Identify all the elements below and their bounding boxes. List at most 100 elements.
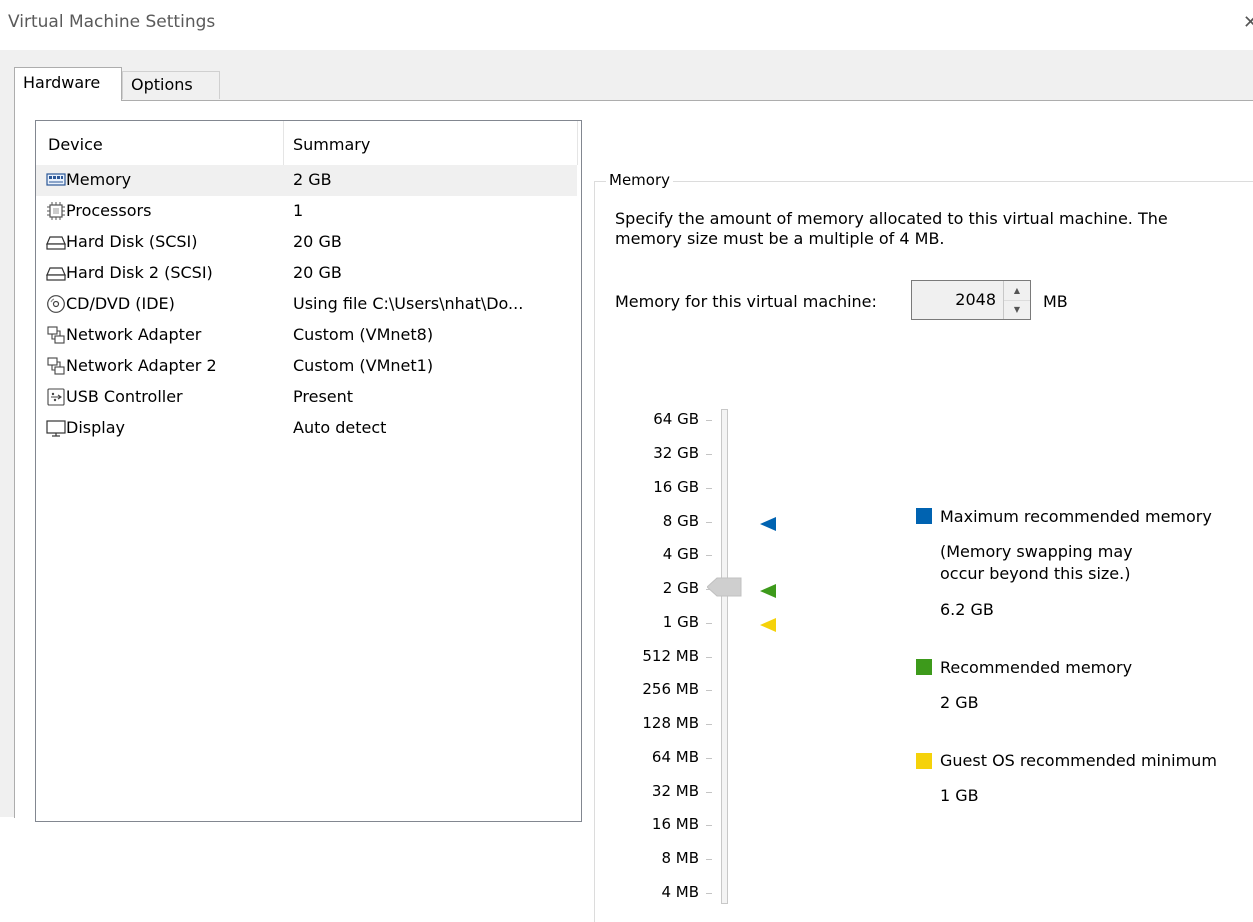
memory-group-title: Memory	[606, 171, 674, 189]
device-name: Hard Disk (SCSI)	[66, 232, 198, 251]
max-recommended-marker-icon	[760, 516, 776, 531]
device-row-display[interactable]: Display Auto detect	[36, 413, 581, 444]
scale-label: 8 MB	[661, 849, 699, 867]
display-icon	[46, 418, 66, 438]
recommended-swatch	[916, 659, 932, 675]
memory-description: Specify the amount of memory allocated t…	[615, 209, 1168, 248]
decrement-arrow-icon[interactable]: ▼	[1004, 300, 1030, 319]
max-recommended-swatch	[916, 508, 932, 524]
guest-minimum-value: 1 GB	[940, 786, 979, 805]
scale-tick	[706, 454, 712, 455]
scale-label: 32 GB	[653, 444, 699, 462]
recommended-label: Recommended memory	[940, 658, 1133, 677]
scale-label: 1 GB	[662, 613, 699, 631]
scale-tick	[706, 555, 712, 556]
device-name: CD/DVD (IDE)	[66, 294, 175, 313]
device-row-cd-dvd[interactable]: CD/DVD (IDE) Using file C:\Users\nhat\Do…	[36, 289, 581, 320]
scale-label: 32 MB	[651, 782, 699, 800]
memory-unit: MB	[1043, 292, 1068, 311]
max-recommended-label: Maximum recommended memory	[940, 507, 1212, 526]
column-header-device[interactable]: Device	[48, 135, 103, 154]
scale-label: 256 MB	[642, 680, 699, 698]
recommended-marker-icon	[760, 583, 776, 598]
memory-value[interactable]: 2048	[912, 290, 996, 309]
tab-hardware[interactable]: Hardware	[14, 67, 122, 101]
max-recommended-value: 6.2 GB	[940, 600, 994, 619]
device-row-memory[interactable]: Memory 2 GB	[36, 165, 577, 196]
processor-icon	[46, 201, 66, 221]
guest-minimum-swatch	[916, 753, 932, 769]
device-row-network-adapter-2[interactable]: Network Adapter 2 Custom (VMnet1)	[36, 351, 581, 382]
increment-arrow-icon[interactable]: ▲	[1004, 281, 1030, 301]
column-separator[interactable]	[577, 121, 578, 165]
device-name: Hard Disk 2 (SCSI)	[66, 263, 213, 282]
scale-label: 64 GB	[653, 410, 699, 428]
device-summary: 2 GB	[293, 170, 332, 189]
scale-tick	[706, 792, 712, 793]
device-summary: Using file C:\Users\nhat\Do...	[293, 294, 524, 313]
hard-disk-icon	[46, 263, 66, 283]
device-name: Display	[66, 418, 125, 437]
device-summary: 20 GB	[293, 232, 342, 251]
scale-label: 2 GB	[662, 579, 699, 597]
tab-options[interactable]: Options	[122, 71, 220, 99]
scale-label: 64 MB	[651, 748, 699, 766]
device-name: Memory	[66, 170, 132, 189]
network-adapter-icon	[46, 356, 66, 376]
scale-tick	[706, 690, 712, 691]
device-summary: 20 GB	[293, 263, 342, 282]
scale-tick	[706, 522, 712, 523]
scale-tick	[706, 488, 712, 489]
slider-thumb[interactable]	[706, 576, 743, 598]
usb-icon	[46, 387, 66, 407]
scale-label: 16 GB	[653, 478, 699, 496]
scale-tick	[706, 657, 712, 658]
device-name: Network Adapter 2	[66, 356, 217, 375]
recommended-value: 2 GB	[940, 693, 979, 712]
device-summary: Custom (VMnet8)	[293, 325, 434, 344]
column-separator[interactable]	[283, 121, 284, 165]
device-row-hard-disk-2[interactable]: Hard Disk 2 (SCSI) 20 GB	[36, 258, 581, 289]
scale-label: 128 MB	[642, 714, 699, 732]
device-name: Processors	[66, 201, 152, 220]
max-recommended-note: (Memory swapping may occur beyond this s…	[940, 542, 1133, 583]
memory-field-label: Memory for this virtual machine:	[615, 292, 877, 311]
scale-label: 4 MB	[661, 883, 699, 901]
hardware-tab-panel: Device Summary Memory 2 GB Processors 1	[14, 100, 1253, 922]
scale-tick	[706, 825, 712, 826]
scale-tick	[706, 758, 712, 759]
column-header-summary[interactable]: Summary	[293, 135, 370, 154]
close-icon[interactable]: ✕	[1243, 12, 1253, 34]
device-row-network-adapter[interactable]: Network Adapter Custom (VMnet8)	[36, 320, 581, 351]
window-title-bar: Virtual Machine Settings ✕	[0, 0, 1253, 50]
device-summary: Auto detect	[293, 418, 387, 437]
device-name: USB Controller	[66, 387, 183, 406]
scale-label: 512 MB	[642, 647, 699, 665]
scale-tick	[706, 623, 712, 624]
device-summary: Custom (VMnet1)	[293, 356, 434, 375]
scale-label: 8 GB	[662, 512, 699, 530]
dialog-body: Hardware Options Device Summary Memory 2…	[0, 50, 1253, 922]
device-name: Network Adapter	[66, 325, 202, 344]
scale-tick	[706, 724, 712, 725]
window-title: Virtual Machine Settings	[8, 12, 216, 32]
scale-label: 4 GB	[662, 545, 699, 563]
cd-dvd-icon	[46, 294, 66, 314]
device-row-processors[interactable]: Processors 1	[36, 196, 581, 227]
network-adapter-icon	[46, 325, 66, 345]
slider-track[interactable]	[721, 409, 728, 904]
device-row-usb-controller[interactable]: USB Controller Present	[36, 382, 581, 413]
scale-tick	[706, 859, 712, 860]
memory-icon	[46, 170, 66, 190]
scale-tick	[706, 420, 712, 421]
device-list[interactable]: Device Summary Memory 2 GB Processors 1	[35, 120, 582, 822]
hard-disk-icon	[46, 232, 66, 252]
device-list-header: Device Summary	[36, 121, 581, 165]
device-row-hard-disk[interactable]: Hard Disk (SCSI) 20 GB	[36, 227, 581, 258]
device-summary: 1	[293, 201, 304, 220]
device-summary: Present	[293, 387, 354, 406]
memory-spinbox[interactable]: 2048 ▲ ▼	[911, 280, 1031, 320]
guest-minimum-label: Guest OS recommended minimum	[940, 751, 1217, 770]
scale-label: 16 MB	[651, 815, 699, 833]
scale-tick	[706, 893, 712, 894]
